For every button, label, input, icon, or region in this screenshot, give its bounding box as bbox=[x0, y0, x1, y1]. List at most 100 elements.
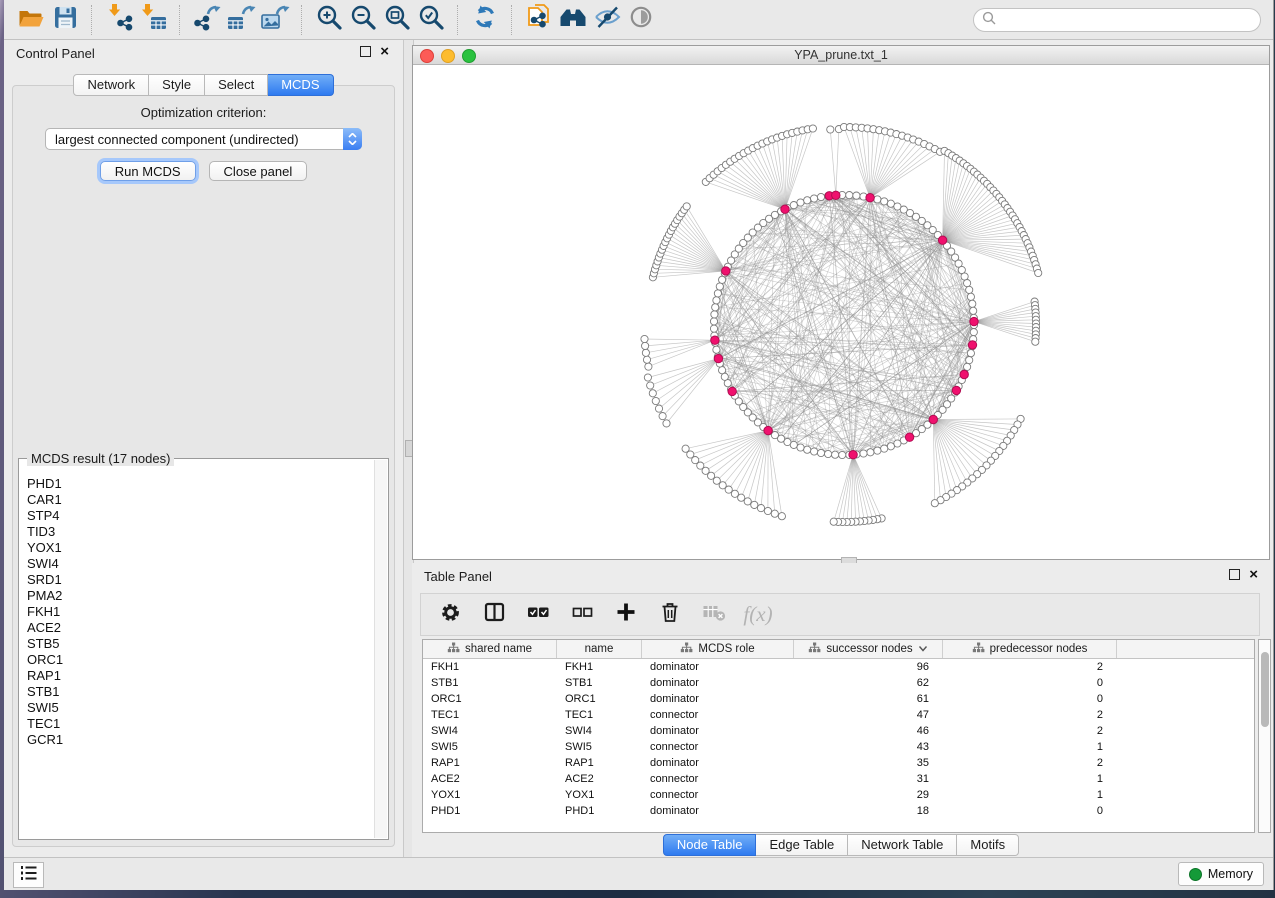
tab-node-table[interactable]: Node Table bbox=[663, 834, 757, 856]
table-row[interactable]: ACE2ACE2connector311 bbox=[423, 771, 1254, 787]
cell-successor-nodes[interactable]: 47 bbox=[794, 709, 943, 721]
table-row[interactable]: SWI5SWI5connector431 bbox=[423, 739, 1254, 755]
cell-predecessor-nodes[interactable]: 0 bbox=[943, 677, 1117, 689]
scrollbar-thumb[interactable] bbox=[1261, 652, 1269, 727]
cell-name[interactable]: FKH1 bbox=[557, 661, 642, 673]
cell-predecessor-nodes[interactable]: 1 bbox=[943, 773, 1117, 785]
task-history-button[interactable] bbox=[13, 862, 44, 888]
cell-MCDS-role[interactable]: connector bbox=[642, 709, 794, 721]
new-network-from-selection-button[interactable] bbox=[522, 4, 556, 36]
graph-node[interactable] bbox=[711, 311, 718, 318]
graph-leaf-node[interactable] bbox=[683, 203, 690, 210]
zoom-selected-button[interactable] bbox=[414, 4, 448, 36]
deselect-all-checkboxes-button[interactable] bbox=[567, 600, 597, 630]
graph-hub-node[interactable] bbox=[970, 317, 978, 325]
graph-leaf-node[interactable] bbox=[830, 518, 837, 525]
graph-hub-node[interactable] bbox=[866, 194, 874, 202]
graph-node[interactable] bbox=[719, 276, 726, 283]
mcds-result-item[interactable]: TEC1 bbox=[27, 716, 374, 732]
graph-node[interactable] bbox=[839, 451, 846, 458]
graph-node[interactable] bbox=[961, 273, 968, 280]
cell-name[interactable]: RAP1 bbox=[557, 757, 642, 769]
graph-node[interactable] bbox=[853, 192, 860, 199]
mcds-result-item[interactable]: YOX1 bbox=[27, 540, 374, 556]
cell-predecessor-nodes[interactable]: 0 bbox=[943, 805, 1117, 817]
graph-node[interactable] bbox=[804, 446, 811, 453]
mcds-result-item[interactable]: STB5 bbox=[27, 636, 374, 652]
cell-shared-name[interactable]: PHD1 bbox=[423, 805, 557, 817]
cell-MCDS-role[interactable]: dominator bbox=[642, 677, 794, 689]
mcds-result-item[interactable]: SWI4 bbox=[27, 556, 374, 572]
hide-unselected-button[interactable] bbox=[590, 4, 624, 36]
table-row[interactable]: ORC1ORC1dominator610 bbox=[423, 691, 1254, 707]
graph-node[interactable] bbox=[811, 448, 818, 455]
show-all-button[interactable] bbox=[624, 4, 658, 36]
graph-leaf-node[interactable] bbox=[652, 397, 659, 404]
graph-node[interactable] bbox=[712, 304, 719, 311]
cell-shared-name[interactable]: ACE2 bbox=[423, 773, 557, 785]
export-network-button[interactable] bbox=[190, 4, 224, 36]
graph-node[interactable] bbox=[713, 297, 720, 304]
cell-predecessor-nodes[interactable]: 1 bbox=[943, 789, 1117, 801]
graph-node[interactable] bbox=[860, 450, 867, 457]
table-scrollbar[interactable] bbox=[1258, 639, 1271, 833]
export-image-button[interactable] bbox=[258, 4, 292, 36]
table-row[interactable]: STB1STB1dominator620 bbox=[423, 675, 1254, 691]
mcds-result-item[interactable]: PHD1 bbox=[27, 476, 374, 492]
graph-hub-node[interactable] bbox=[764, 426, 772, 434]
graph-node[interactable] bbox=[970, 307, 977, 314]
graph-hub-node[interactable] bbox=[832, 191, 840, 199]
tab-network-table[interactable]: Network Table bbox=[848, 834, 957, 856]
export-table-button[interactable] bbox=[224, 4, 258, 36]
cell-shared-name[interactable]: SWI4 bbox=[423, 725, 557, 737]
graph-leaf-node[interactable] bbox=[771, 510, 778, 517]
cell-successor-nodes[interactable]: 62 bbox=[794, 677, 943, 689]
cell-shared-name[interactable]: STB1 bbox=[423, 677, 557, 689]
mcds-result-item[interactable]: RAP1 bbox=[27, 668, 374, 684]
cell-predecessor-nodes[interactable]: 2 bbox=[943, 725, 1117, 737]
zoom-fit-button[interactable] bbox=[380, 4, 414, 36]
horizontal-splitter[interactable] bbox=[412, 556, 1270, 563]
tab-mcds[interactable]: MCDS bbox=[268, 74, 333, 96]
graph-node[interactable] bbox=[825, 450, 832, 457]
cell-MCDS-role[interactable]: connector bbox=[642, 789, 794, 801]
mcds-result-item[interactable]: FKH1 bbox=[27, 604, 374, 620]
graph-node[interactable] bbox=[817, 193, 824, 200]
criterion-dropdown[interactable]: largest connected component (undirected) bbox=[45, 128, 362, 150]
graph-node[interactable] bbox=[713, 346, 720, 353]
zoom-in-button[interactable] bbox=[312, 4, 346, 36]
close-panel-icon[interactable]: × bbox=[1249, 569, 1258, 580]
cell-shared-name[interactable]: RAP1 bbox=[423, 757, 557, 769]
graph-hub-node[interactable] bbox=[968, 341, 976, 349]
table-settings-gear-button[interactable] bbox=[435, 600, 465, 630]
graph-leaf-node[interactable] bbox=[757, 505, 764, 512]
graph-node[interactable] bbox=[966, 286, 973, 293]
graph-hub-node[interactable] bbox=[938, 236, 946, 244]
cell-name[interactable]: YOX1 bbox=[557, 789, 642, 801]
cell-shared-name[interactable]: ORC1 bbox=[423, 693, 557, 705]
memory-button[interactable]: Memory bbox=[1178, 862, 1264, 886]
cell-successor-nodes[interactable]: 61 bbox=[794, 693, 943, 705]
graph-leaf-node[interactable] bbox=[644, 374, 651, 381]
mcds-result-item[interactable]: CAR1 bbox=[27, 492, 374, 508]
tab-style[interactable]: Style bbox=[149, 74, 205, 96]
select-all-checkboxes-button[interactable] bbox=[523, 600, 553, 630]
import-network-button[interactable] bbox=[102, 4, 136, 36]
run-mcds-button[interactable]: Run MCDS bbox=[100, 161, 196, 181]
mcds-result-item[interactable]: STP4 bbox=[27, 508, 374, 524]
cell-MCDS-role[interactable]: dominator bbox=[642, 805, 794, 817]
graph-node[interactable] bbox=[970, 329, 977, 336]
column-header-MCDS-role[interactable]: MCDS role bbox=[642, 640, 794, 658]
column-header-predecessor-nodes[interactable]: predecessor nodes bbox=[943, 640, 1117, 658]
mcds-result-item[interactable]: SWI5 bbox=[27, 700, 374, 716]
graph-node[interactable] bbox=[874, 196, 881, 203]
graph-leaf-node[interactable] bbox=[682, 445, 689, 452]
cell-name[interactable]: PHD1 bbox=[557, 805, 642, 817]
mcds-result-item[interactable]: GCR1 bbox=[27, 732, 374, 748]
graph-node[interactable] bbox=[969, 300, 976, 307]
graph-leaf-node[interactable] bbox=[764, 507, 771, 514]
cell-MCDS-role[interactable]: dominator bbox=[642, 725, 794, 737]
import-table-button[interactable] bbox=[136, 4, 170, 36]
graph-node[interactable] bbox=[832, 451, 839, 458]
graph-node[interactable] bbox=[817, 449, 824, 456]
